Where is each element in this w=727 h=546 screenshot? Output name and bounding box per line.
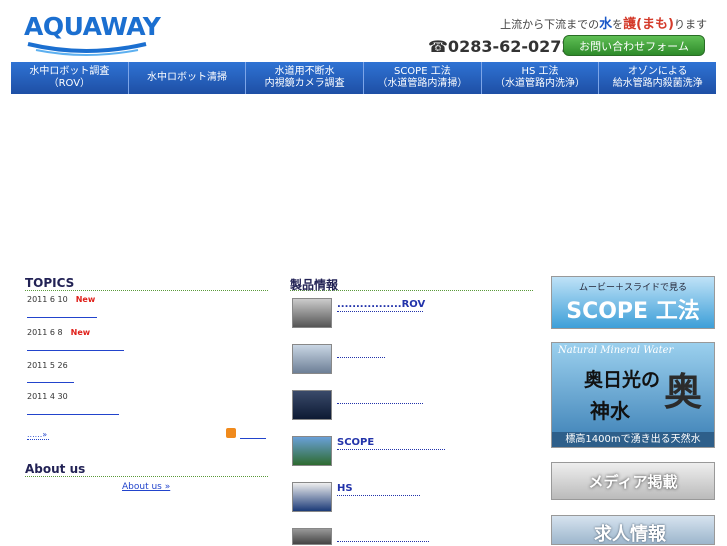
news-link[interactable] (27, 413, 119, 415)
nav-label: SCOPE 工法 （水道管路内清掃） (377, 66, 468, 89)
tagline-protect: 護(まも) (623, 17, 674, 32)
news-date: 2011 6 8 (27, 328, 63, 337)
nav-item-endoscope[interactable]: 水道用不断水 内視鏡カメラ調査 (246, 62, 365, 94)
products-heading: 製品情報 (290, 276, 533, 292)
nav-label: オゾンによる 給水管路内殺菌洗浄 (612, 66, 703, 89)
logo[interactable]: AQUAWAY (24, 12, 161, 56)
tagline-water: 水 (599, 17, 613, 32)
rss-icon[interactable] (226, 428, 236, 438)
rss-link[interactable] (240, 438, 266, 439)
product-link-scope[interactable]: SCOPE (337, 437, 445, 450)
product-thumb-hs[interactable] (292, 482, 332, 512)
tagline-post: ります (674, 18, 707, 31)
topics-heading: TOPICS (25, 276, 268, 291)
job-banner[interactable]: 求人情報 (551, 515, 715, 545)
nav-item-rov-cleaning[interactable]: 水中ロボット清掃 (129, 62, 247, 94)
nav-label: HS 工法 （水道管路内洗浄） (495, 66, 586, 89)
media-banner-title: メディア掲載 (588, 473, 678, 491)
news-date: 2011 4 30 (27, 392, 68, 401)
product-link[interactable] (337, 345, 385, 358)
nav-item-ozone[interactable]: オゾンによる 給水管路内殺菌洗浄 (599, 62, 716, 94)
about-heading: About us (25, 462, 268, 477)
more-news-link[interactable]: ......» (27, 430, 49, 440)
mineral-water-banner[interactable]: Natural Mineral Water 奥日光の 神水 奥 標高1400mで… (551, 342, 715, 448)
news-item: 2011 6 8 New (27, 328, 90, 337)
nav-label: 水道用不断水 内視鏡カメラ調査 (264, 66, 345, 89)
water-banner-big: 奥 (664, 369, 703, 414)
media-banner[interactable]: メディア掲載 (551, 462, 715, 500)
product-link[interactable] (337, 391, 423, 404)
tagline-pre: 上流から下流までの (500, 18, 600, 31)
new-badge: New (75, 295, 96, 304)
phone-number: ☎0283-62-0272 (428, 37, 573, 56)
product-thumb-rov[interactable] (292, 298, 332, 328)
product-link-hs[interactable]: HS (337, 483, 420, 496)
nav-label: 水中ロボット調査 （ROV） (29, 66, 110, 89)
scope-banner-subtitle: ムービー＋スライドで見る (578, 283, 687, 293)
logo-text: AQUAWAY (24, 12, 161, 41)
scope-banner[interactable]: ムービー＋スライドで見る SCOPE 工法 (551, 276, 715, 329)
news-item: 2011 5 26 (27, 361, 68, 370)
tagline-mid: を (612, 18, 624, 31)
news-item: 2011 4 30 (27, 392, 68, 401)
nav-item-hs[interactable]: HS 工法 （水道管路内洗浄） (482, 62, 600, 94)
news-link[interactable] (27, 381, 74, 383)
product-link-rov[interactable]: .................ROV (337, 299, 425, 312)
news-item: 2011 6 10 New (27, 295, 95, 304)
main-nav: 水中ロボット調査 （ROV） 水中ロボット清掃 水道用不断水 内視鏡カメラ調査 … (11, 62, 716, 94)
contact-form-button[interactable]: お問い合わせフォーム (563, 35, 705, 56)
product-thumb[interactable] (292, 528, 332, 545)
job-banner-title: 求人情報 (594, 524, 666, 545)
tagline: 上流から下流までの水を護(まも)ります (500, 13, 707, 32)
water-banner-en: Natural Mineral Water (558, 345, 674, 356)
about-us-link[interactable]: About us » (122, 482, 170, 492)
product-thumb[interactable] (292, 344, 332, 374)
water-banner-line2: 神水 (590, 399, 630, 423)
nav-label: 水中ロボット清掃 (147, 72, 227, 83)
new-badge: New (70, 328, 91, 337)
water-banner-caption: 標高1400mで湧き出る天然水 (552, 432, 714, 447)
news-link[interactable] (27, 349, 124, 351)
product-thumb-scope[interactable] (292, 436, 332, 466)
product-thumb[interactable] (292, 390, 332, 420)
product-link[interactable] (337, 529, 429, 542)
news-date: 2011 5 26 (27, 361, 68, 370)
logo-swoosh-icon (27, 42, 147, 56)
nav-item-rov-survey[interactable]: 水中ロボット調査 （ROV） (11, 62, 129, 94)
news-link[interactable] (27, 316, 97, 318)
scope-banner-title: SCOPE 工法 (566, 299, 700, 324)
water-banner-line1: 奥日光の (584, 369, 661, 391)
nav-item-scope[interactable]: SCOPE 工法 （水道管路内清掃） (364, 62, 482, 94)
news-date: 2011 6 10 (27, 295, 68, 304)
